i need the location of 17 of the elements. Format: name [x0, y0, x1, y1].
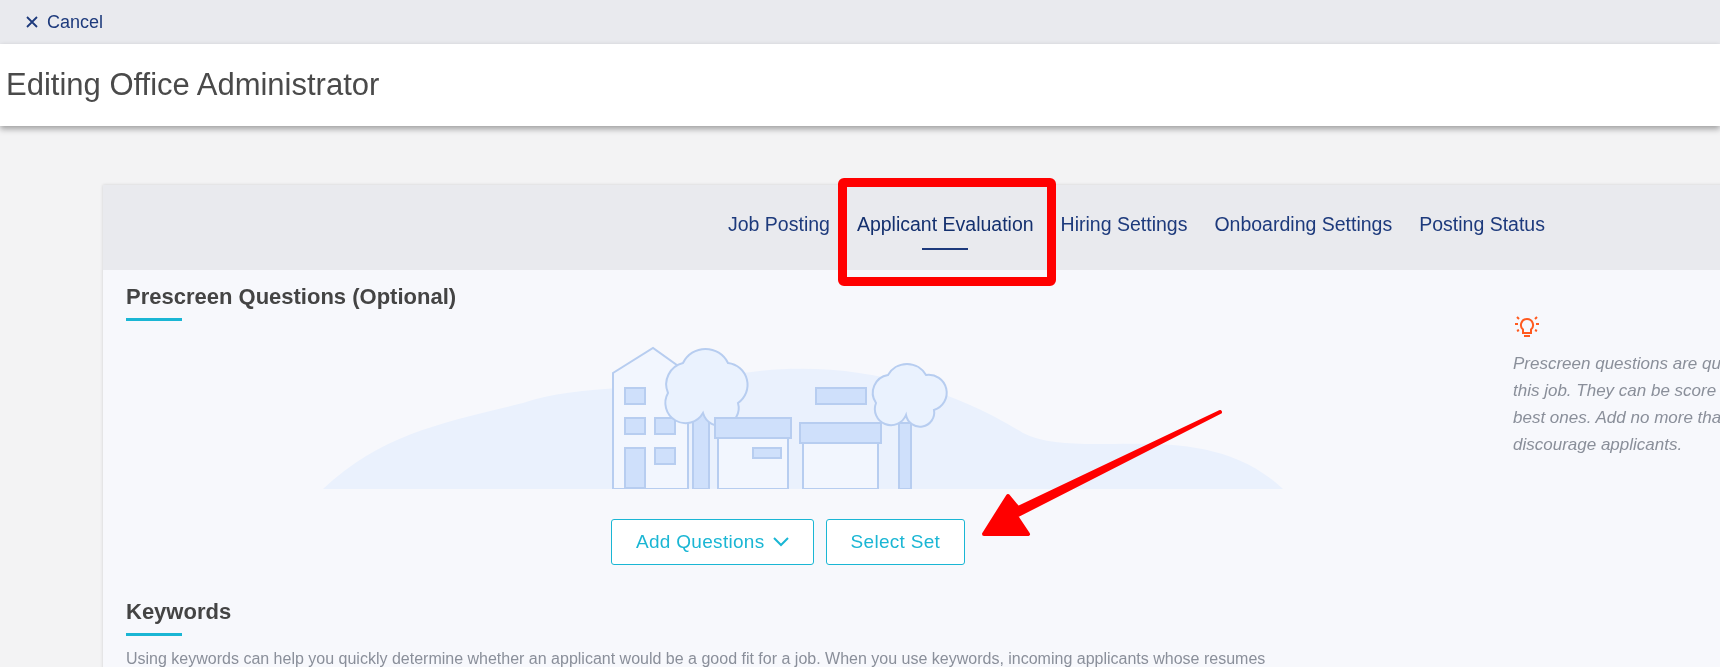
tab[interactable]: Applicant Evaluation	[856, 213, 1034, 250]
tip-text: this job. They can be score	[1513, 380, 1718, 402]
tab[interactable]: Hiring Settings	[1060, 213, 1188, 250]
lightbulb-icon	[1513, 314, 1541, 340]
page-title: Editing Office Administrator	[6, 67, 380, 103]
section-heading: Keywords	[126, 599, 233, 625]
tip-text: best ones. Add no more tha	[1513, 407, 1720, 429]
cancel-button[interactable]: Cancel	[26, 11, 104, 33]
tab[interactable]: Onboarding Settings	[1214, 213, 1393, 250]
tip-text: discourage applicants.	[1513, 434, 1684, 456]
description-text: Using keywords can help you quickly determine whether an applicant would be a good fit for a job. When you use keywords, incoming applicants whose resumes	[126, 650, 1267, 667]
section-heading: Prescreen Questions (Optional)	[126, 284, 458, 310]
tab[interactable]: Job Posting	[728, 213, 830, 250]
tab[interactable]: Posting Status	[1419, 213, 1545, 250]
tip-text: Prescreen questions are qu	[1513, 353, 1720, 375]
chevron-down-icon	[772, 537, 789, 547]
close-icon	[26, 16, 38, 28]
